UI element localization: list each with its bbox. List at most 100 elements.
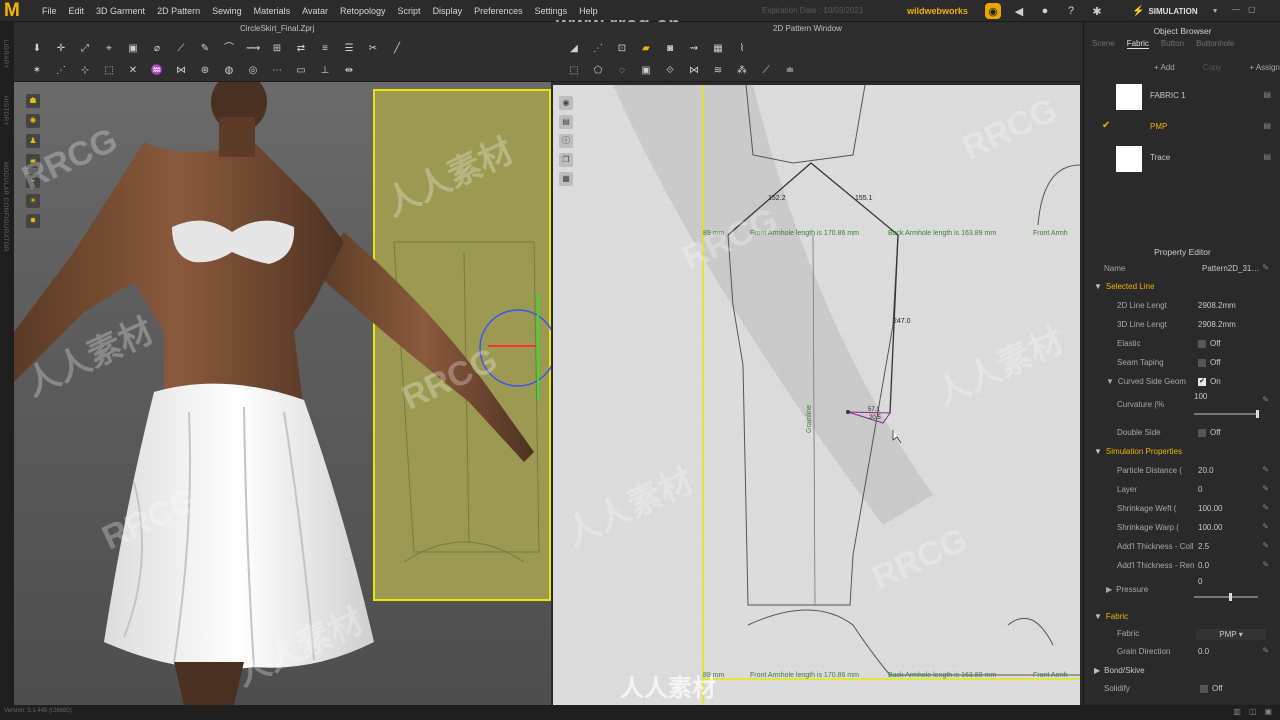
transform-2d-icon[interactable]: ⊡: [615, 42, 629, 56]
edit-icon[interactable]: ✎: [1262, 263, 1269, 272]
ruler-icon[interactable]: ▭: [294, 64, 308, 78]
speaker-icon[interactable]: ◀: [1011, 3, 1027, 19]
zipper-icon[interactable]: ⁂: [735, 64, 749, 78]
garment-view-icon[interactable]: ▰: [26, 154, 40, 168]
user-icon[interactable]: ●: [1037, 3, 1053, 19]
split-view-icon[interactable]: ◫: [1249, 707, 1257, 716]
tab-button[interactable]: Button: [1161, 39, 1184, 49]
arrows-icon[interactable]: ⇹: [342, 64, 356, 78]
flip-icon[interactable]: ⇄: [294, 42, 308, 56]
2d-pattern-window[interactable]: 2D Pattern Window ◢ ⋰ ⊡ ▰ ◙ ⇝ ▦ ⌇ ⬚ ⬠ ◌ …: [551, 22, 1082, 705]
tab-scene[interactable]: Scene: [1092, 39, 1115, 49]
tab-buttonhole[interactable]: Buttonhole: [1196, 39, 1234, 49]
elastic-checkbox[interactable]: Off: [1198, 339, 1221, 348]
solidify-checkbox[interactable]: Off: [1200, 684, 1223, 693]
menu-edit[interactable]: Edit: [63, 0, 91, 22]
pleat-icon[interactable]: ⌇: [735, 42, 749, 56]
section-fabric[interactable]: ▼ Fabric: [1094, 612, 1128, 621]
copy-button[interactable]: Copy: [1203, 63, 1222, 72]
tab-library[interactable]: LIBRARY: [2, 40, 8, 69]
point-icon[interactable]: ⋰: [54, 64, 68, 78]
item-menu-icon[interactable]: ▤: [1263, 121, 1271, 130]
select-2d-icon[interactable]: ◢: [567, 42, 581, 56]
pattern-drawing[interactable]: 89 mm Front Armhole length is 170.86 mm …: [553, 85, 1080, 705]
cross-icon[interactable]: ✕: [126, 64, 140, 78]
box-pin-icon[interactable]: ▣: [126, 42, 140, 56]
menu-avatar[interactable]: Avatar: [296, 0, 334, 22]
double-side-checkbox[interactable]: Off: [1198, 428, 1221, 437]
sun-icon[interactable]: ✹: [26, 214, 40, 228]
shirt-icon[interactable]: ♒: [150, 64, 164, 78]
2d-pattern-canvas[interactable]: 89 mm Front Armhole length is 170.86 mm …: [553, 85, 1080, 705]
menu-script[interactable]: Script: [392, 0, 427, 22]
item-menu-icon[interactable]: ▤: [1263, 90, 1271, 99]
add-button[interactable]: + Add: [1154, 63, 1175, 72]
curvature-slider-knob[interactable]: [1256, 410, 1259, 418]
ruler-2d-icon[interactable]: ⟋: [759, 64, 773, 78]
dart-point[interactable]: [846, 410, 850, 414]
menu-retopology[interactable]: Retopology: [334, 0, 392, 22]
edit-icon[interactable]: ✎: [1262, 646, 1269, 655]
simulation-mode-select[interactable]: ⚡ SIMULATION ▼: [1132, 2, 1224, 20]
connect-icon[interactable]: ◉: [985, 3, 1001, 19]
skeleton-icon[interactable]: ♟: [26, 134, 40, 148]
pressure-slider-knob[interactable]: [1229, 593, 1232, 601]
split-icon[interactable]: ⊥: [318, 64, 332, 78]
edit-icon[interactable]: ✎: [1262, 395, 1269, 404]
fabric-item-pmp[interactable]: ✔ PMP ▤: [1084, 113, 1280, 143]
poly-icon[interactable]: ⬠: [591, 64, 605, 78]
layers-icon[interactable]: ▤: [559, 115, 573, 129]
assign-button[interactable]: + Assign: [1249, 63, 1279, 72]
layer-icon[interactable]: ≡: [318, 42, 332, 56]
avatar-pose-icon[interactable]: ✶: [30, 64, 44, 78]
username[interactable]: wildwebworks: [907, 6, 968, 16]
skirt-garment[interactable]: [104, 383, 374, 670]
menu-sewing[interactable]: Sewing: [206, 0, 248, 22]
avatar-view-icon[interactable]: ☗: [26, 94, 40, 108]
help-icon[interactable]: ?: [1063, 3, 1079, 19]
menu-3d-garment[interactable]: 3D Garment: [90, 0, 151, 22]
box-icon[interactable]: ⬚: [102, 64, 116, 78]
seam-icon[interactable]: ⋈: [687, 64, 701, 78]
3d-viewport[interactable]: [14, 82, 551, 705]
texture-2d-icon[interactable]: ◙: [663, 42, 677, 56]
section-selected-line[interactable]: ▼ Selected Line: [1094, 282, 1154, 291]
sphere-icon[interactable]: ◎: [246, 64, 260, 78]
menu-file[interactable]: File: [36, 0, 63, 22]
single-view-icon[interactable]: ▣: [1264, 707, 1272, 716]
lines-icon[interactable]: ⋯: [270, 64, 284, 78]
topstitch-icon[interactable]: ≋: [711, 64, 725, 78]
edit-icon[interactable]: ✎: [1262, 541, 1269, 550]
edit-icon[interactable]: ✎: [1262, 503, 1269, 512]
dart-icon[interactable]: ⟐: [663, 64, 677, 78]
tab-fabric[interactable]: Fabric: [1126, 39, 1149, 49]
fabric-item-fabric1[interactable]: FABRIC 1 ▤: [1084, 82, 1280, 112]
tab-modular-configurator[interactable]: MODULAR CONFIGURATOR: [2, 162, 8, 252]
section-simulation[interactable]: ▼ Simulation Properties: [1094, 447, 1182, 456]
button-icon[interactable]: ⊛: [198, 64, 212, 78]
prop-value[interactable]: Pattern2D_31…: [1202, 264, 1259, 273]
grid-icon[interactable]: ▦: [711, 42, 725, 56]
sew-icon[interactable]: ⟿: [246, 42, 260, 56]
cut-icon[interactable]: ✂: [366, 42, 380, 56]
sewing-line-icon[interactable]: ⇝: [687, 42, 701, 56]
seam-taping-checkbox[interactable]: Off: [1198, 358, 1221, 367]
pin-icon[interactable]: ⌖: [102, 42, 116, 56]
tab-history[interactable]: HISTORY: [2, 96, 8, 126]
fabric-select[interactable]: PMP ▾: [1196, 629, 1266, 640]
stitch-icon[interactable]: ⋈: [174, 64, 188, 78]
fabric-item-trace[interactable]: Trace ▤: [1084, 144, 1280, 174]
tack-icon[interactable]: ⌀: [150, 42, 164, 56]
circle-icon[interactable]: ◌: [615, 64, 629, 78]
internal-icon[interactable]: ▣: [639, 64, 653, 78]
maximize-icon[interactable]: ▢: [1248, 5, 1256, 14]
arrange-icon[interactable]: ⊞: [270, 42, 284, 56]
curved-side-checkbox[interactable]: ✔ On: [1198, 377, 1221, 386]
edit-2d-icon[interactable]: ⋰: [591, 42, 605, 56]
measure-icon[interactable]: ⟋: [174, 42, 188, 56]
edit-icon[interactable]: ✎: [1262, 522, 1269, 531]
item-menu-icon[interactable]: ▤: [1263, 152, 1271, 161]
pen-icon[interactable]: ✎: [198, 42, 212, 56]
info-icon[interactable]: ⓘ: [559, 134, 573, 148]
edit-icon[interactable]: ✎: [1262, 484, 1269, 493]
